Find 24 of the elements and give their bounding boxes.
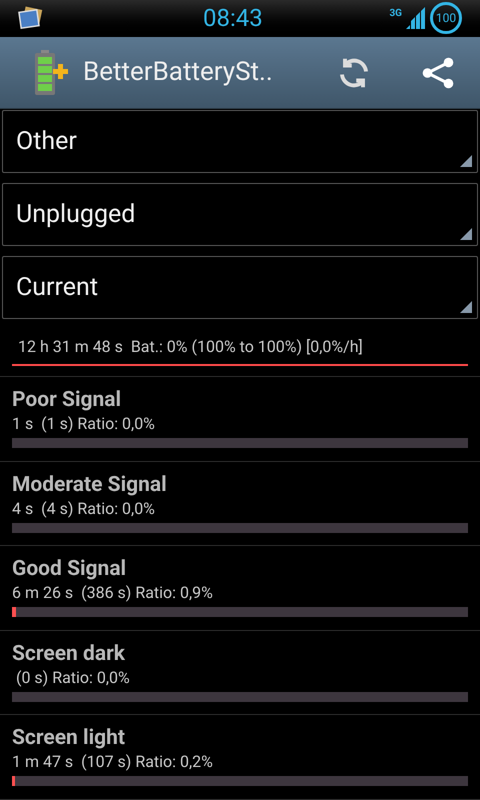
- summary-text: 12 h 31 m 48 s Bat.: 0% (100% to 100%) [0,0%/h]: [17, 337, 364, 358]
- row-detail: 1 s (1 s) Ratio: 0,0%: [12, 413, 156, 436]
- row-title: Moderate Signal: [12, 472, 168, 498]
- dropdown[interactable]: Other: [2, 110, 478, 174]
- row-title: Screen light: [12, 725, 126, 752]
- row-detail: 4 s (4 s) Ratio: 0,0%: [12, 498, 156, 520]
- row-detail: (0 s) Ratio: 0,0%: [14, 666, 131, 689]
- battery-plus-icon: [33, 50, 69, 96]
- clock: 08:43: [203, 4, 263, 32]
- row-title: Screen dark: [12, 640, 126, 667]
- row-detail: 6 m 26 s (386 s) Ratio: 0,9%: [12, 582, 214, 604]
- app-title: BetterBatterySt..: [83, 56, 273, 90]
- dropdown[interactable]: Unplugged: [2, 183, 478, 246]
- row-title: Good Signal: [12, 556, 128, 582]
- gallery-icon: [18, 5, 44, 32]
- corner-triangle-icon: [460, 228, 472, 240]
- row-title: Poor Signal: [12, 387, 122, 414]
- signal-icon: [406, 7, 426, 30]
- battery-indicator: 100: [430, 2, 462, 34]
- corner-triangle-icon: [460, 301, 472, 314]
- corner-triangle-icon: [460, 155, 472, 168]
- network-type: 3G: [389, 7, 402, 22]
- dropdown[interactable]: Current: [2, 256, 478, 320]
- row-detail: 1 m 47 s (107 s) Ratio: 0,2%: [12, 751, 214, 774]
